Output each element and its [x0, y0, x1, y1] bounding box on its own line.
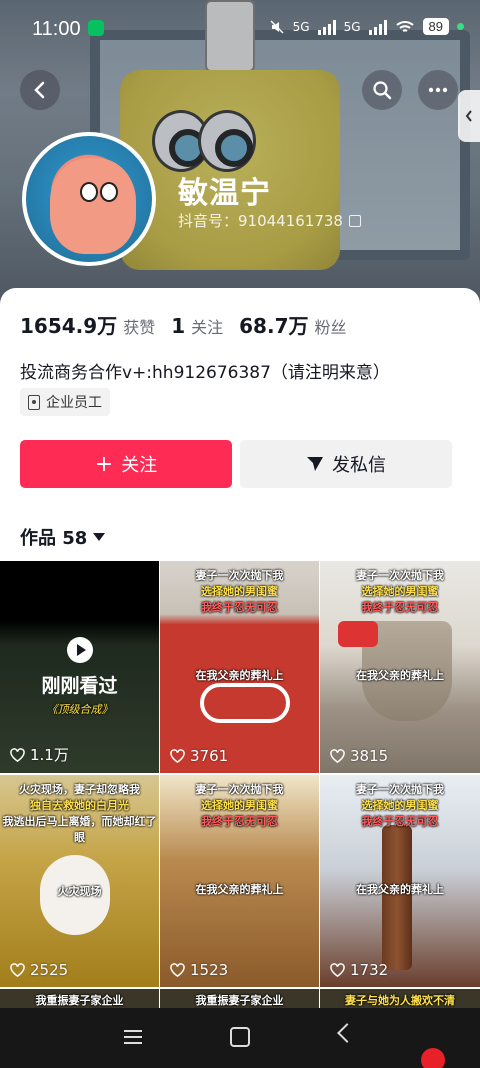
mute-icon	[270, 19, 284, 34]
heart-icon	[10, 747, 25, 762]
profile-bio: 投流商务合作v+:hh912676387（请注明来意）	[20, 363, 390, 383]
enterprise-tag-label: 企业员工	[46, 395, 102, 411]
caret-down-icon	[93, 533, 106, 541]
video-item[interactable]: 火灾现场，妻子却忽略我 独自去救她的白月光 我逃出后马上离婚，而她却红了眼 火灾…	[0, 775, 159, 987]
just-watched-label: 刚刚看过	[41, 675, 118, 697]
network-label-2: 5G	[343, 19, 361, 34]
stat-likes[interactable]: 1654.9万 获赞	[20, 310, 155, 339]
wechat-icon	[88, 20, 104, 36]
video-item[interactable]: 妻子一次次抛下我 选择她的男闺蜜 我终于忍无可忍 在我父亲的葬礼上 3761	[160, 561, 319, 773]
chevron-left-icon	[465, 110, 472, 122]
status-bar: 11:00 5G 5G 89	[0, 0, 480, 56]
back-nav-button[interactable]	[337, 1023, 357, 1043]
video-likes: 3761	[170, 747, 228, 765]
send-icon	[307, 457, 323, 471]
battery-indicator: 89	[422, 18, 449, 35]
stat-following[interactable]: 1 关注	[171, 314, 223, 338]
enterprise-tag[interactable]: 企业员工	[20, 388, 110, 416]
plus-icon: +	[94, 451, 114, 477]
recent-apps-button[interactable]	[124, 1030, 142, 1044]
video-item[interactable]: 刚刚看过 《顶级合成》 1.1万	[0, 561, 159, 773]
stat-following-label: 关注	[191, 318, 224, 337]
search-icon	[373, 81, 392, 100]
video-item[interactable]: 我重振妻子家企业	[0, 989, 159, 1009]
video-item[interactable]: 妻子与她为人搬欢不清	[320, 989, 480, 1009]
video-likes: 1.1万	[10, 744, 69, 765]
video-likes: 3815	[330, 747, 388, 765]
network-label-1: 5G	[292, 19, 310, 34]
video-item[interactable]: 我重振妻子家企业	[160, 989, 319, 1009]
tab-works[interactable]: 作品 58	[20, 524, 106, 550]
status-time: 11:00	[32, 18, 81, 40]
heart-icon	[330, 749, 345, 763]
stat-followers-label: 粉丝	[314, 318, 347, 337]
wifi-icon	[395, 20, 414, 32]
play-icon	[67, 637, 93, 663]
signal-icon	[317, 19, 336, 35]
video-item[interactable]: 妻子一次次抛下我 选择她的男闺蜜 我终于忍无可忍 在我父亲的葬礼上 3815	[320, 561, 480, 773]
signal-icon-2	[368, 19, 387, 35]
stat-followers-value: 68.7万	[239, 314, 309, 338]
follow-button-label: 关注	[121, 455, 158, 476]
copy-icon[interactable]	[348, 214, 361, 227]
back-button[interactable]	[20, 70, 60, 110]
stat-likes-value: 1654.9万	[20, 314, 118, 338]
video-caption: 《顶级合成》	[46, 703, 113, 716]
profile-name: 敏温宁	[178, 176, 271, 211]
follow-button[interactable]: + 关注	[20, 440, 232, 488]
stats-row: 1654.9万 获赞 1 关注 68.7万 粉丝	[20, 310, 347, 339]
stat-followers[interactable]: 68.7万 粉丝	[239, 310, 346, 339]
privacy-dot	[457, 23, 464, 30]
heart-icon	[10, 963, 25, 977]
screen-record-indicator[interactable]	[421, 1048, 445, 1068]
heart-icon	[170, 749, 185, 763]
video-likes: 1732	[330, 961, 388, 979]
message-button-label: 发私信	[332, 455, 386, 476]
home-button[interactable]	[230, 1027, 250, 1047]
stat-likes-label: 获赞	[123, 318, 156, 337]
stat-following-value: 1	[171, 314, 186, 338]
video-item[interactable]: 妻子一次次抛下我 选择她的男闺蜜 我终于忍无可忍 在我父亲的葬礼上 1732	[320, 775, 480, 987]
avatar[interactable]	[22, 132, 156, 266]
badge-icon	[28, 394, 40, 410]
video-likes: 2525	[10, 961, 68, 979]
chevron-left-icon	[34, 81, 45, 99]
video-likes: 1523	[170, 961, 228, 979]
works-label: 作品 58	[20, 528, 88, 549]
douyin-id[interactable]: 抖音号：91044161738	[178, 210, 361, 231]
status-icons: 5G 5G 89	[269, 18, 464, 35]
message-button[interactable]: 发私信	[240, 440, 452, 488]
heart-icon	[170, 963, 185, 977]
video-grid: 刚刚看过 《顶级合成》 1.1万 妻子一次次抛下我 选择她的男闺蜜 我终于忍无可…	[0, 561, 480, 1009]
douyin-id-text: 抖音号：91044161738	[178, 212, 343, 230]
search-button[interactable]	[362, 70, 402, 110]
more-button[interactable]	[418, 70, 458, 110]
heart-icon	[330, 963, 345, 977]
system-navigation-bar	[0, 1008, 480, 1068]
more-horizontal-icon	[428, 87, 448, 93]
video-item[interactable]: 妻子一次次抛下我 选择她的男闺蜜 我终于忍无可忍 在我父亲的葬礼上 1523	[160, 775, 319, 987]
side-drawer-tab[interactable]	[458, 90, 480, 142]
